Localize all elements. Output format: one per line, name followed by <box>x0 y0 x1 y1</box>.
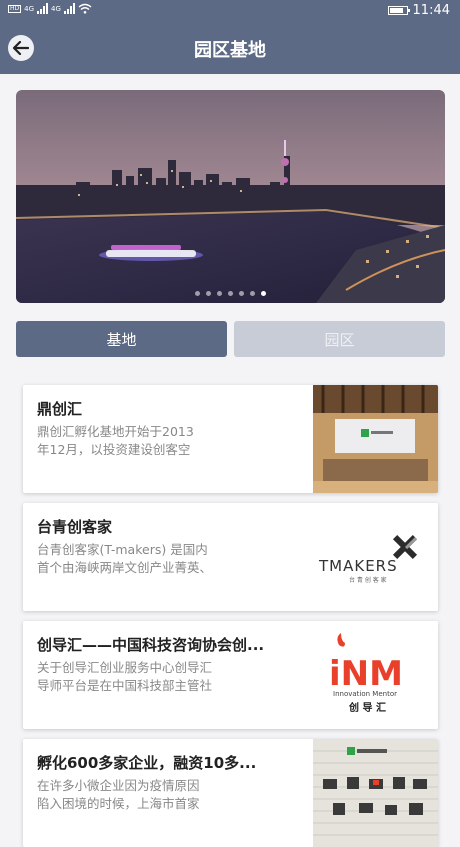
tab-base[interactable]: 基地 <box>16 321 227 357</box>
carousel-dot[interactable] <box>206 291 211 296</box>
card-thumbnail: iNM Innovation Mentor 创 导 汇 <box>313 621 438 729</box>
card-title: 台青创客家 <box>37 518 113 536</box>
signal-icon <box>37 3 49 14</box>
status-right: 11:44 <box>387 3 450 18</box>
inm-logo-sub: Innovation Mentor <box>333 690 397 698</box>
card-description: 关于创导汇创业服务中心创导汇 导师平台是在中国科技部主管社 <box>37 659 299 695</box>
app-bar: 园区基地 <box>0 22 460 74</box>
card-description: 在许多小微企业因为疫情原因 陷入困境的时候，上海市首家 <box>37 777 299 813</box>
inm-logo-cn: 创 导 汇 <box>348 701 386 714</box>
tmakers-logo-sub: 台 青 创 客 家 <box>349 576 387 584</box>
card-desc-line: 关于创导汇创业服务中心创导汇 <box>37 660 213 675</box>
network-label-2: 4G <box>51 4 61 13</box>
card-desc-line: 首个由海峡两岸文创产业菁英、 <box>37 560 213 575</box>
tmakers-logo: TMAKERS 台 青 创 客 家 <box>313 503 438 611</box>
card-title: 创导汇——中国科技咨询协会创... <box>37 636 265 654</box>
battery-icon <box>387 6 410 15</box>
tmakers-logo-text: TMAKERS <box>318 557 398 575</box>
card-title: 鼎创汇 <box>37 400 83 418</box>
wifi-icon <box>78 3 92 14</box>
carousel-dot-active[interactable] <box>261 291 266 296</box>
list-item[interactable]: 创导汇——中国科技咨询协会创... 关于创导汇创业服务中心创导汇 导师平台是在中… <box>23 621 438 729</box>
status-left: HD 4G 4G <box>8 3 92 14</box>
card-desc-line: 导师平台是在中国科技部主管社 <box>37 678 213 693</box>
tab-park[interactable]: 园区 <box>234 321 445 357</box>
inm-logo-text: iNM <box>329 654 403 694</box>
inm-logo: iNM Innovation Mentor 创 导 汇 <box>313 621 438 729</box>
carousel-dot[interactable] <box>239 291 244 296</box>
carousel-dot[interactable] <box>217 291 222 296</box>
banner-image <box>16 90 445 303</box>
carousel-dot[interactable] <box>195 291 200 296</box>
page-title: 园区基地 <box>194 40 266 61</box>
status-time: 11:44 <box>412 3 450 18</box>
banner-carousel[interactable] <box>16 90 445 303</box>
segment-tabs: 基地 园区 <box>16 321 445 357</box>
card-thumbnail: TMAKERS 台 青 创 客 家 <box>313 503 438 611</box>
card-description: 台青创客家(T-makers) 是国内 首个由海峡两岸文创产业菁英、 <box>37 541 299 577</box>
card-description: 鼎创汇孵化基地开始于2013 年12月，以投资建设创客空 <box>37 423 299 459</box>
carousel-dot[interactable] <box>228 291 233 296</box>
status-bar: HD 4G 4G 11:44 <box>0 0 460 22</box>
carousel-indicator[interactable] <box>16 291 445 296</box>
card-desc-line: 鼎创汇孵化基地开始于2013 <box>37 424 194 439</box>
hd-badge: HD <box>8 4 22 13</box>
card-desc-line: 陷入困境的时候，上海市首家 <box>37 796 200 811</box>
list-item[interactable]: 台青创客家 台青创客家(T-makers) 是国内 首个由海峡两岸文创产业菁英、… <box>23 503 438 611</box>
card-desc-line: 年12月，以投资建设创客空 <box>37 442 191 457</box>
card-thumbnail <box>313 385 438 493</box>
carousel-dot[interactable] <box>250 291 255 296</box>
network-label: 4G <box>24 4 35 13</box>
list-item[interactable]: 鼎创汇 鼎创汇孵化基地开始于2013 年12月，以投资建设创客空 <box>23 385 438 493</box>
office-lobby-image <box>313 385 438 493</box>
card-title: 孵化600多家企业，融资10多... <box>37 754 257 772</box>
card-desc-line: 台青创客家(T-makers) 是国内 <box>37 542 208 557</box>
card-desc-line: 在许多小微企业因为疫情原因 <box>37 778 200 793</box>
signal-icon-2 <box>63 3 75 14</box>
